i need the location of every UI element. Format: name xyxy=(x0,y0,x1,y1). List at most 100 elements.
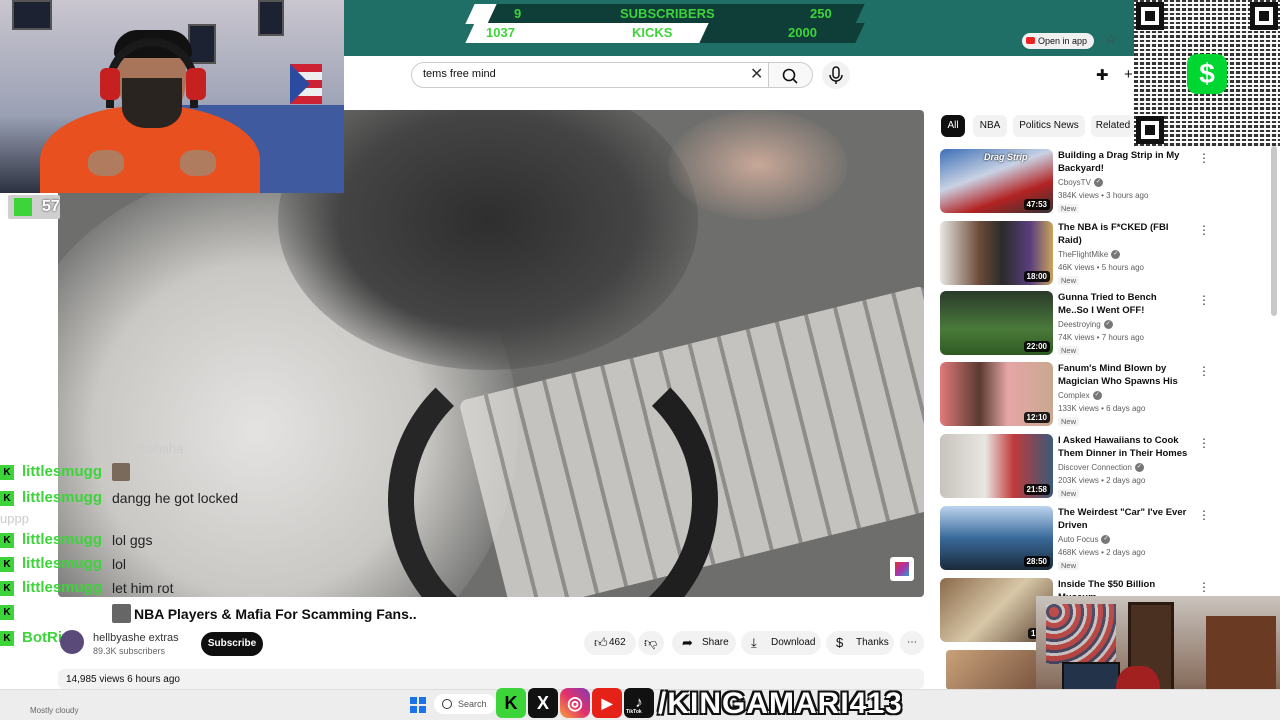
video-thumbnail[interactable]: 12:10 xyxy=(940,362,1053,426)
weather-status[interactable]: Mostly cloudy xyxy=(30,706,78,715)
recommended-video[interactable]: 28:50 The Weirdest "Car" I've Ever Drive… xyxy=(940,506,1215,570)
new-badge: New xyxy=(1058,489,1080,498)
create-icon[interactable]: + xyxy=(1124,66,1133,83)
kicks-current: 1037 xyxy=(486,25,515,40)
share-label: Share xyxy=(702,637,729,648)
video-duration: 18:00 xyxy=(1023,271,1050,282)
recommended-video[interactable]: 18:00 The NBA is F*CKED (FBI Raid) TheFl… xyxy=(940,221,1215,285)
video-meta: 46K views • 5 hours ago xyxy=(1058,263,1144,272)
video-title[interactable]: Building a Drag Strip in My Backyard! xyxy=(1058,149,1188,175)
video-title[interactable]: Gunna Tried to Bench Me..So I Went OFF! xyxy=(1058,291,1188,317)
channel-name[interactable]: hellbyashe extras xyxy=(93,632,179,644)
more-vertical-icon[interactable]: ⋮ xyxy=(1198,580,1210,594)
video-title[interactable]: Fanum's Mind Blown by Magician Who Spawn… xyxy=(1058,362,1188,388)
like-count: 462 xyxy=(609,637,626,648)
video-thumbnail[interactable]: 18:00 xyxy=(940,221,1053,285)
new-badge: New xyxy=(1058,204,1080,213)
video-duration: 28:50 xyxy=(1023,556,1050,567)
chip-all[interactable]: All xyxy=(941,115,965,137)
chat-text: dangg he got locked xyxy=(112,490,239,506)
new-badge: New xyxy=(1058,417,1080,426)
chip-politics-news[interactable]: Politics News xyxy=(1013,115,1085,137)
video-title[interactable]: The Weirdest "Car" I've Ever Driven xyxy=(1058,506,1188,532)
chip-related[interactable]: Related xyxy=(1091,115,1135,137)
more-vertical-icon[interactable]: ⋮ xyxy=(1198,223,1210,237)
more-vertical-icon[interactable]: ⋮ xyxy=(1198,508,1210,522)
video-thumbnail[interactable]: 22:00 xyxy=(940,291,1053,355)
verified-icon: ✓ xyxy=(1111,250,1121,260)
video-thumbnail[interactable]: 28:50 xyxy=(940,506,1053,570)
more-vertical-icon[interactable]: ⋮ xyxy=(1198,293,1210,307)
channel-name[interactable]: CboysTV ✓ xyxy=(1058,178,1103,188)
tiktok-icon: ♪ TikTok xyxy=(624,688,654,718)
taskbar-search-label: Search xyxy=(458,699,487,709)
title-avatar xyxy=(112,604,131,623)
chip-nba[interactable]: NBA xyxy=(973,115,1007,137)
video-thumbnail[interactable]: 21:58 xyxy=(940,434,1053,498)
thanks-icon: $ xyxy=(836,635,844,650)
video-thumbnail[interactable]: Drag Strip 47:53 xyxy=(940,149,1053,213)
thumbs-up-icon: 👍︎ xyxy=(594,635,608,650)
channel-name[interactable]: Deestroying ✓ xyxy=(1058,320,1113,330)
windows-start-icon[interactable] xyxy=(410,697,426,713)
chat-username: littlesmugg xyxy=(22,463,103,480)
video-thumbnail[interactable] xyxy=(946,650,1038,690)
screen: tems free mind ✕ ✚ + 9 SUBSCRIBERS 250 1… xyxy=(0,0,1280,720)
channel-avatar[interactable] xyxy=(60,630,84,654)
new-badge: New xyxy=(1058,561,1080,570)
channel-name[interactable]: TheFlightMike ✓ xyxy=(1058,250,1121,260)
kicks-goal: 2000 xyxy=(788,25,817,40)
new-badge: New xyxy=(1058,346,1080,355)
search-button[interactable] xyxy=(769,62,813,88)
instagram-icon: ◎ xyxy=(560,688,590,718)
video-title[interactable]: The NBA is F*CKED (FBI Raid) xyxy=(1058,221,1188,247)
x-icon: X xyxy=(528,688,558,718)
more-actions-button[interactable]: ⋯ xyxy=(900,631,924,655)
subscribers-current: 9 xyxy=(514,6,522,21)
kick-badge-icon: K xyxy=(0,465,14,480)
chat-faded-partial: uppp xyxy=(0,511,29,526)
voice-search-button[interactable] xyxy=(822,61,850,89)
channel-name[interactable]: Auto Focus ✓ xyxy=(1058,535,1111,545)
chat-text: lol xyxy=(112,556,127,572)
chat-emote-icon xyxy=(112,463,130,481)
channel-subscriber-count: 89.3K subscribers xyxy=(93,646,166,656)
chat-username: littlesmugg xyxy=(22,531,103,548)
new-badge: New xyxy=(1058,276,1080,285)
chat-username: littlesmugg xyxy=(22,489,103,506)
kick-icon: K xyxy=(496,688,526,718)
search-input[interactable]: tems free mind xyxy=(423,68,496,80)
subscribe-button[interactable]: Subscribe xyxy=(201,632,263,656)
channel-watermark-icon[interactable] xyxy=(890,557,914,581)
recommended-video[interactable]: Drag Strip 47:53 Building a Drag Strip i… xyxy=(940,149,1215,213)
video-duration: 22:00 xyxy=(1023,341,1050,352)
download-button[interactable]: ⤓ Download xyxy=(741,631,821,655)
open-in-app-button[interactable]: Open in app xyxy=(1022,33,1094,49)
verified-icon: ✓ xyxy=(1093,178,1103,188)
kick-icon xyxy=(14,198,32,216)
clear-search-icon[interactable]: ✕ xyxy=(750,64,763,84)
subscribers-goal: 250 xyxy=(810,6,832,21)
video-meta: 203K views • 2 days ago xyxy=(1058,476,1146,485)
video-title[interactable]: I Asked Hawaiians to Cook Them Dinner in… xyxy=(1058,434,1188,460)
like-button[interactable]: 👍︎ 462 xyxy=(584,631,636,655)
video-meta: 468K views • 2 days ago xyxy=(1058,548,1146,557)
thanks-button[interactable]: $ Thanks xyxy=(826,631,894,655)
chat-username: littlesmugg xyxy=(22,555,103,572)
channel-name[interactable]: Discover Connection ✓ xyxy=(1058,463,1144,473)
more-vertical-icon[interactable]: ⋮ xyxy=(1198,364,1210,378)
recommended-video[interactable]: 21:58 I Asked Hawaiians to Cook Them Din… xyxy=(940,434,1215,498)
more-vertical-icon[interactable]: ⋮ xyxy=(1198,151,1210,165)
channel-name[interactable]: Complex ✓ xyxy=(1058,391,1102,401)
extension-icon[interactable]: ✚ xyxy=(1096,66,1109,84)
download-label: Download xyxy=(771,637,816,648)
dislike-button[interactable]: 👎︎ xyxy=(638,631,664,655)
more-vertical-icon[interactable]: ⋮ xyxy=(1198,436,1210,450)
bookmark-star-icon[interactable]: ☆ xyxy=(1105,31,1117,47)
sidebar-scrollbar[interactable] xyxy=(1271,146,1277,316)
taskbar-search[interactable]: Search xyxy=(434,694,496,714)
recommended-video[interactable]: 12:10 Fanum's Mind Blown by Magician Who… xyxy=(940,362,1215,426)
share-button[interactable]: ➦ Share xyxy=(672,631,736,655)
recommended-video[interactable]: 22:00 Gunna Tried to Bench Me..So I Went… xyxy=(940,291,1215,355)
video-duration: 21:58 xyxy=(1023,484,1050,495)
